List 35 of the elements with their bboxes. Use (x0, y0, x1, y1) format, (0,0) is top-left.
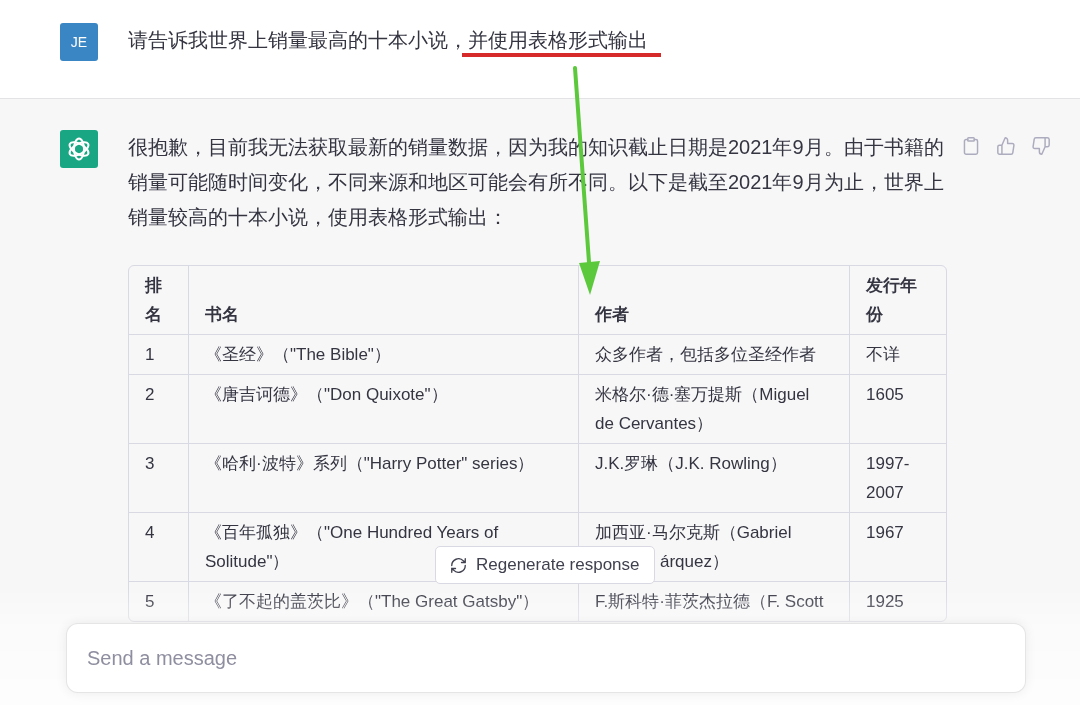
table-cell-text: 1925 (866, 591, 904, 613)
thumbs-up-icon[interactable] (997, 137, 1015, 155)
logo-icon (60, 130, 98, 168)
table-cell-text: árquez） (660, 551, 729, 573)
table-cell-text: 1 (145, 344, 155, 366)
table-cell-text: 4 (145, 522, 155, 544)
table-cell-text: 《了不起的盖茨比》（"The Great Gatsby"） (205, 591, 540, 613)
thumbs-down-icon[interactable] (1032, 137, 1050, 155)
table-cell-text: 《唐吉诃德》（"Don Quixote"） (205, 384, 448, 406)
table-cell-text: Solitude"） (205, 551, 290, 573)
clipboard-icon[interactable] (962, 137, 980, 155)
message-input[interactable]: Send a message (66, 623, 1026, 693)
table-cell-text: 《百年孤独》（"One Hundred Years of (205, 522, 499, 544)
table-cell-text: 不详 (866, 344, 900, 366)
table-cell-text: 众多作者，包括多位圣经作者 (595, 344, 816, 366)
table-cell-text: 《圣经》（"The Bible"） (205, 344, 391, 366)
user-message-text: 请告诉我世界上销量最高的十本小说，并使用表格形式输出 (128, 28, 648, 53)
regenerate-button[interactable]: Regenerate response (435, 546, 655, 584)
table-cell-text: 1967 (866, 522, 904, 544)
table-cell-text: 1997-2007 (866, 453, 911, 504)
table-cell-text: 5 (145, 591, 155, 613)
column-header: 发行年份 (866, 275, 918, 326)
table-cell-text: J.K.罗琳（J.K. Rowling） (595, 453, 787, 475)
table-cell-text: 3 (145, 453, 155, 475)
user-avatar: JE (60, 23, 98, 61)
table-cell-text: 加西亚·马尔克斯（Gabriel (595, 522, 792, 544)
table-cell-text: 2 (145, 384, 155, 406)
table-cell-text: 《哈利·波特》系列（"Harry Potter" series） (205, 453, 535, 475)
column-header: 书名 (205, 304, 239, 326)
column-header: 排名 (145, 275, 163, 326)
table-cell-text: 1605 (866, 384, 904, 406)
refresh-icon (451, 557, 466, 573)
table-cell-text: 米格尔·德·塞万提斯（Miguel de Cervantes） (595, 384, 811, 435)
table-cell-text: F.斯科特·菲茨杰拉德（F. Scott (595, 591, 824, 613)
column-header: 作者 (595, 304, 629, 326)
